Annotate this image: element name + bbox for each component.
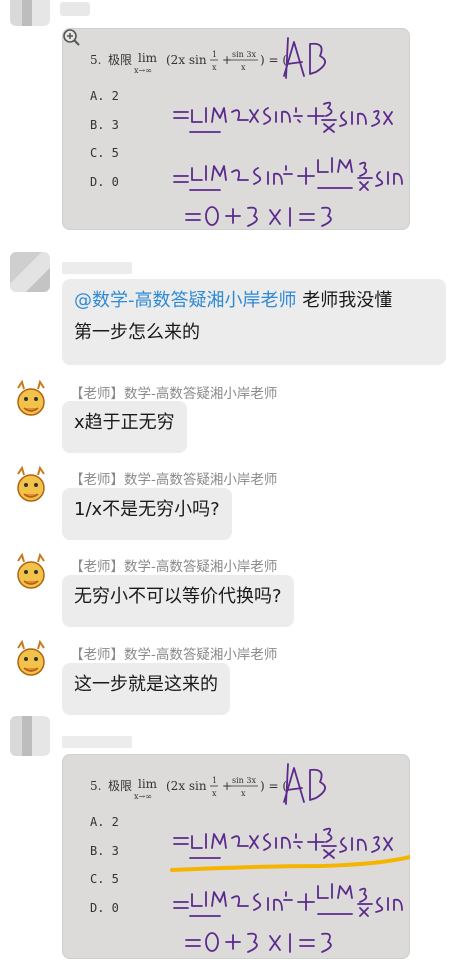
message-text: 无穷小不可以等价代换吗? (74, 586, 282, 607)
image-message[interactable]: 5. 极限 lim x→∞ (2x sin 1 x + sin 3x x ) =… (62, 28, 410, 230)
frac2-den: x (241, 63, 246, 72)
problem-photo: 5. 极限 lim x→∞ (2x sin 1 x + sin 3x x ) =… (90, 763, 410, 953)
dragon-avatar-icon[interactable] (10, 640, 52, 682)
frac1-den: x (212, 789, 217, 798)
frac2-den: x (241, 789, 246, 798)
zoom-in-icon[interactable] (62, 28, 80, 46)
user-name-hidden (62, 736, 132, 748)
message-text: 老师我没懂 (296, 290, 393, 311)
user-name-hidden (60, 2, 90, 16)
user-avatar[interactable] (10, 716, 50, 756)
sender-name: 【老师】数学-高数答疑湘小岸老师 (70, 647, 278, 663)
expr-open: (2x sin (166, 53, 207, 67)
option-d: D. 0 (90, 175, 119, 189)
dragon-avatar-icon[interactable] (10, 380, 52, 422)
message-text: 这一步就是这来的 (74, 674, 218, 695)
user-avatar[interactable] (10, 252, 50, 292)
handwritten-result (185, 932, 332, 953)
user-name-hidden (62, 262, 132, 274)
message-bubble[interactable]: 无穷小不可以等价代换吗? (62, 575, 294, 627)
frac1-num: 1 (212, 50, 217, 59)
frac1-den: x (212, 63, 217, 72)
mention-link[interactable]: @数学-高数答疑湘小岸老师 (74, 290, 297, 311)
handwritten-step2 (173, 157, 403, 191)
sender-name: 【老师】数学-高数答疑湘小岸老师 (70, 472, 278, 488)
message-text: 第一步怎么来的 (74, 322, 200, 343)
message-bubble[interactable]: 1/x不是无穷小吗? (62, 488, 232, 540)
lim-sub: x→∞ (134, 792, 152, 801)
frac2-num: sin 3x (232, 776, 256, 785)
expr-open: (2x sin (166, 779, 207, 793)
sender-name: 【老师】数学-高数答疑湘小岸老师 (70, 559, 278, 575)
dragon-avatar-icon[interactable] (10, 466, 52, 508)
option-b: B. 3 (90, 118, 119, 132)
highlight-underline (170, 855, 410, 872)
option-a: A. 2 (90, 815, 119, 829)
frac1-num: 1 (212, 776, 217, 785)
problem-number: 5. (90, 53, 101, 67)
lim-symbol: lim (138, 51, 158, 65)
option-c: C. 5 (90, 872, 119, 886)
option-d: D. 0 (90, 901, 119, 915)
problem-number: 5. (90, 779, 101, 793)
handwritten-step2 (173, 883, 403, 917)
sender-name: 【老师】数学-高数答疑湘小岸老师 (70, 386, 278, 402)
option-a: A. 2 (90, 89, 119, 103)
lim-symbol: lim (138, 777, 158, 791)
handwritten-answer (283, 763, 326, 805)
problem-photo: 5. 极限 lim x→∞ (2x sin 1 x + sin 3x x ) =… (90, 37, 403, 227)
message-bubble[interactable]: x趋于正无穷 (62, 401, 187, 453)
handwritten-step1 (173, 827, 393, 859)
expr-close: ) = ( (260, 779, 287, 793)
image-message[interactable]: 5. 极限 lim x→∞ (2x sin 1 x + sin 3x x ) =… (62, 754, 410, 959)
option-c: C. 5 (90, 146, 119, 160)
message-bubble[interactable]: 这一步就是这来的 (62, 663, 230, 715)
handwritten-step1 (173, 101, 393, 133)
message-text: x趋于正无穷 (74, 412, 175, 433)
user-avatar[interactable] (10, 0, 50, 26)
expr-close: ) = ( (260, 53, 287, 67)
problem-stem: 极限 (108, 53, 132, 67)
message-text: 1/x不是无穷小吗? (74, 499, 220, 520)
frac2-num: sin 3x (232, 50, 256, 59)
dragon-avatar-icon[interactable] (10, 553, 52, 595)
handwritten-answer (283, 37, 326, 79)
handwritten-result (185, 206, 332, 227)
message-bubble[interactable]: @数学-高数答疑湘小岸老师 老师我没懂 第一步怎么来的 (62, 279, 446, 365)
problem-stem: 极限 (108, 779, 132, 793)
option-b: B. 3 (90, 844, 119, 858)
lim-sub: x→∞ (134, 66, 152, 75)
